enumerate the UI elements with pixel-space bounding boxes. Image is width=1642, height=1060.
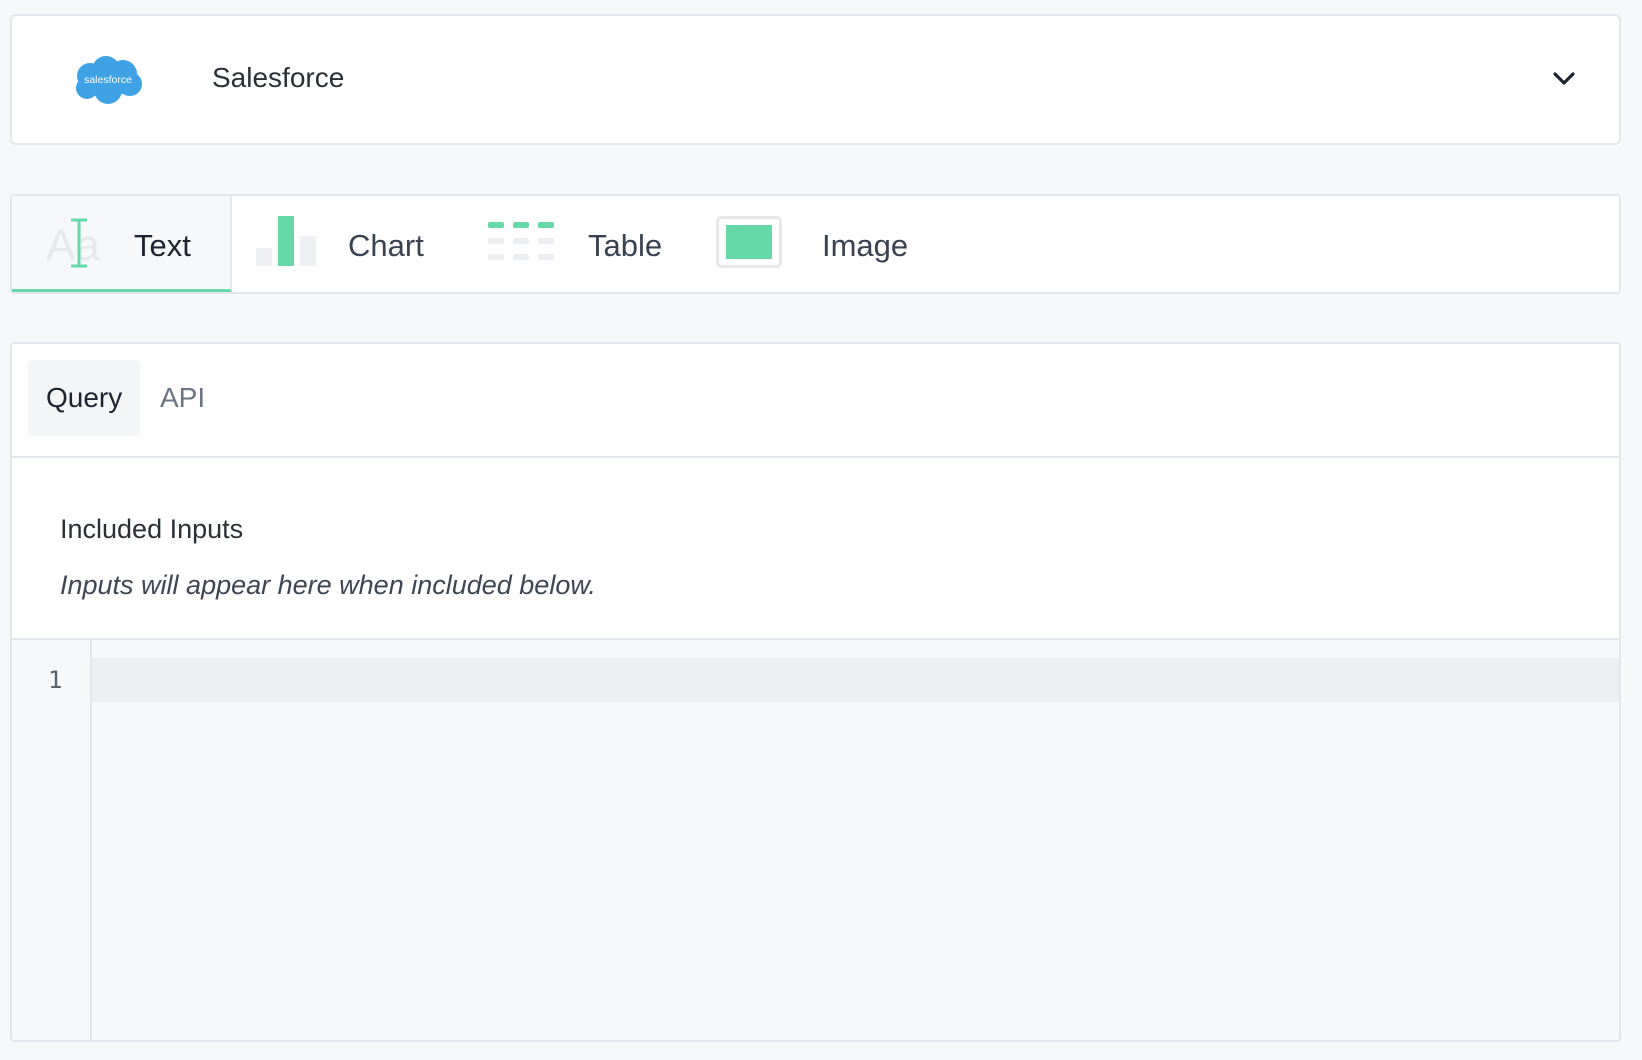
page: salesforce Salesforce Aa Text Chart Tabl… bbox=[0, 0, 1642, 1060]
tab-text-label: Text bbox=[134, 228, 191, 263]
tab-chart-label: Chart bbox=[348, 228, 424, 263]
included-inputs-hint: Inputs will appear here when included be… bbox=[60, 570, 596, 600]
included-inputs-section: Included Inputs Inputs will appear here … bbox=[12, 458, 1619, 640]
output-type-tabs: Aa Text Chart Table Image bbox=[10, 194, 1621, 294]
tab-chart[interactable]: Chart bbox=[234, 196, 464, 292]
code-editor: 1 bbox=[12, 640, 1619, 1040]
included-inputs-title: Included Inputs bbox=[60, 514, 244, 544]
tab-table-label: Table bbox=[588, 228, 663, 263]
bar-chart-icon bbox=[256, 216, 316, 266]
data-source-select[interactable]: salesforce Salesforce bbox=[10, 14, 1621, 145]
tab-table[interactable]: Table bbox=[474, 196, 694, 292]
line-number-gutter: 1 bbox=[12, 640, 92, 1040]
tab-image[interactable]: Image bbox=[708, 196, 948, 292]
query-code-area[interactable] bbox=[92, 640, 1619, 1040]
table-icon bbox=[488, 222, 554, 260]
logo-text: salesforce bbox=[84, 74, 132, 86]
data-source-name: Salesforce bbox=[212, 62, 345, 93]
chevron-down-icon[interactable] bbox=[1549, 64, 1579, 94]
query-panel: Query API Included Inputs Inputs will ap… bbox=[10, 342, 1621, 1042]
tab-api[interactable]: API bbox=[142, 360, 223, 436]
tab-query[interactable]: Query bbox=[28, 360, 141, 436]
tab-text[interactable]: Aa Text bbox=[12, 196, 232, 292]
salesforce-logo-icon: salesforce bbox=[76, 56, 142, 104]
line-number: 1 bbox=[48, 666, 63, 694]
query-mode-tabs: Query API bbox=[12, 344, 1619, 458]
tab-image-label: Image bbox=[822, 228, 909, 263]
text-icon-letters: Aa bbox=[46, 221, 100, 270]
image-icon bbox=[716, 216, 782, 268]
text-cursor-icon: Aa bbox=[46, 218, 100, 270]
